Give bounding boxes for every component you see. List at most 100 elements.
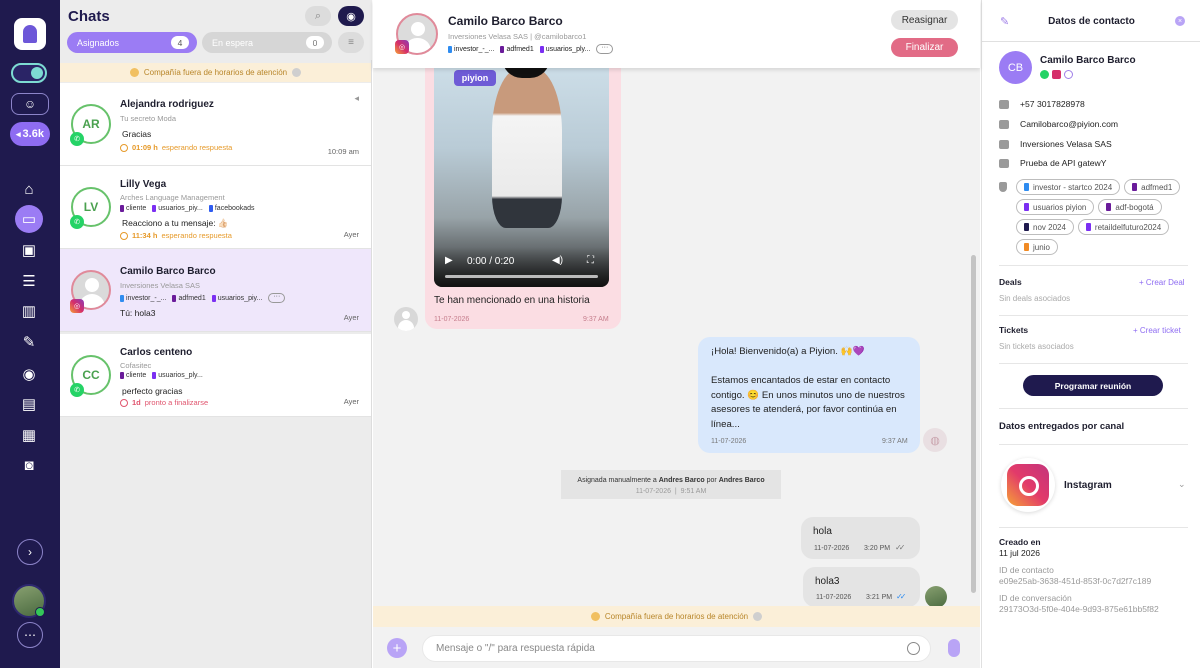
eye-icon[interactable]: ◉ — [338, 6, 364, 26]
search-icon[interactable]: ⌕ — [305, 6, 331, 26]
phone-icon — [999, 99, 1009, 109]
tag-pill[interactable]: retaildelfuturo2024 — [1077, 219, 1170, 235]
microphone-icon[interactable] — [948, 639, 960, 657]
chat-view: ◎ Camilo Barco Barco Inversiones Velasa … — [373, 0, 980, 668]
tag-pill[interactable]: investor - startco 2024 — [1016, 179, 1121, 195]
tag: usuarios_ply... — [539, 44, 590, 54]
off-hours-banner: Compañía fuera de horarios de atención — [373, 606, 980, 627]
tag-pill[interactable]: nov 2024 — [1016, 219, 1074, 235]
warning-icon — [590, 612, 600, 621]
email-row: Camilobarco@piyion.com — [999, 119, 1118, 129]
last-message: Reacciono a tu mensaje: 👍🏻 — [122, 218, 229, 228]
conversation-item[interactable]: LV ✆ Lilly Vega Arches Language Manageme… — [60, 166, 371, 249]
tab-waiting[interactable]: En espera 0 — [202, 32, 332, 53]
bot-icon[interactable]: ◙ — [18, 454, 40, 476]
tab-label: En espera — [212, 37, 254, 48]
more-tags-button[interactable]: ··· — [596, 44, 614, 54]
emoji-icon[interactable] — [907, 642, 920, 655]
phone-row: +57 3017828978 — [999, 99, 1085, 109]
status-text: esperando respuesta — [161, 231, 232, 240]
filter-icon[interactable]: ≡ — [338, 32, 364, 53]
home-icon[interactable]: ⌂ — [18, 178, 40, 200]
message-text: hola — [813, 526, 832, 537]
more-tags-button[interactable]: ··· — [268, 293, 286, 303]
create-deal-link[interactable]: + Crear Deal — [1139, 278, 1185, 287]
broadcast-counter[interactable]: ◂ 3.6k — [10, 122, 50, 146]
divider — [999, 527, 1188, 528]
close-icon[interactable]: × — [1175, 16, 1185, 26]
video-progress-bar[interactable] — [445, 275, 598, 278]
expand-chevron-icon[interactable]: › — [17, 539, 43, 565]
chevron-down-icon[interactable]: ⌄ — [1178, 479, 1186, 490]
fullscreen-icon[interactable]: ⛶ — [587, 255, 594, 266]
banner-text: Compañía fuera de horarios de atención — [604, 612, 749, 621]
tag: adfmed1 — [500, 44, 534, 54]
clock-icon — [120, 398, 128, 407]
tag: usuarios_piy... — [211, 293, 262, 303]
banner-text: Compañía fuera de horarios de atención — [143, 68, 288, 77]
message-input[interactable]: Mensaje o "/" para respuesta rápida — [422, 635, 931, 662]
app-logo[interactable] — [14, 18, 46, 50]
tag-pill[interactable]: adf-bogotá — [1098, 199, 1162, 215]
volume-icon[interactable]: ◀) — [552, 255, 563, 266]
tab-count: 0 — [306, 36, 324, 49]
tag: cliente — [120, 205, 146, 212]
schedule-meeting-button[interactable]: Programar reunión — [1023, 375, 1163, 396]
tag: investor_-_... — [120, 293, 166, 303]
assignment-notice: Asignada manualmente a Andres Barco por … — [561, 470, 781, 499]
last-message: Gracias — [122, 129, 152, 139]
note-value: Prueba de API gatewY — [1020, 158, 1107, 168]
instagram-icon: ◎ — [395, 40, 409, 54]
info-icon — [292, 68, 302, 77]
finish-button[interactable]: Finalizar — [891, 38, 958, 57]
contacts-icon[interactable]: ▣ — [18, 239, 40, 261]
conversation-item[interactable]: ◎ Camilo Barco Barco Inversiones Velasa … — [60, 249, 371, 332]
create-ticket-link[interactable]: + Crear ticket — [1133, 326, 1181, 335]
email-value[interactable]: Camilobarco@piyion.com — [1020, 119, 1118, 129]
web-icon[interactable] — [1064, 70, 1073, 79]
tab-label: Asignados — [77, 37, 120, 48]
tag-pill[interactable]: junio — [1016, 239, 1058, 255]
list-icon[interactable]: ☰ — [18, 270, 40, 292]
tag-pill[interactable]: adfmed1 — [1124, 179, 1181, 195]
more-dots-icon[interactable]: ⋯ — [17, 622, 43, 648]
reassign-button[interactable]: Reasignar — [891, 10, 958, 30]
play-icon[interactable]: ▶ — [445, 255, 453, 266]
conversation-item[interactable]: CC ✆ Carlos centeno Cofasitec cliente us… — [60, 334, 371, 417]
phone-value[interactable]: +57 3017828978 — [1020, 99, 1085, 109]
chat-list-panel: Chats ⌕ ◉ Asignados 4 En espera 0 ≡ Comp… — [60, 0, 372, 668]
video-player[interactable]: piyion ▶ 0:00 / 0:20 ◀) ⛶ — [434, 56, 609, 287]
company-row: Inversiones Velasa SAS — [999, 139, 1112, 149]
piggy-bank-icon[interactable]: ◉ — [18, 363, 40, 385]
instagram-icon: ◎ — [70, 299, 84, 313]
whatsapp-icon[interactable] — [1040, 70, 1049, 79]
brand-sign: piyion — [454, 70, 496, 86]
message-time: 3:20 PM — [864, 545, 891, 552]
conversation-item[interactable]: AR ✆ Alejandra rodriguez Tu secreto Moda… — [60, 83, 371, 166]
team-inbox-button[interactable]: ☺ — [11, 93, 49, 115]
ticket-icon[interactable]: ▤ — [18, 393, 40, 415]
calendar-icon[interactable]: ▦ — [18, 424, 40, 446]
contact-name: Alejandra rodriguez — [120, 99, 214, 110]
availability-toggle[interactable] — [11, 63, 47, 83]
bot-message-bubble: ¡Hola! Bienvenido(a) a Piyion. 🙌💜 Estamo… — [698, 337, 920, 453]
add-attachment-button[interactable]: + — [387, 638, 407, 658]
stats-icon[interactable]: ▥ — [18, 300, 40, 322]
contact-id-value: e09e25ab-3638-451d-853f-0c7d2f7c189 — [999, 576, 1152, 586]
user-avatar[interactable] — [12, 584, 46, 618]
panel-title: Datos de contacto — [1048, 16, 1135, 27]
comment-icon — [999, 158, 1009, 168]
chat-icon[interactable]: ▭ — [15, 205, 43, 233]
tab-assigned[interactable]: Asignados 4 — [67, 32, 197, 53]
outgoing-message-bubble: hola 11-07-2026 3:20 PM ✓✓ — [801, 517, 920, 559]
instagram-icon[interactable] — [1052, 70, 1061, 79]
assignment-by: por — [706, 477, 717, 484]
tag-pill[interactable]: usuarios piyion — [1016, 199, 1095, 215]
scrollbar[interactable] — [971, 255, 976, 593]
channel-name[interactable]: Instagram — [1064, 480, 1112, 491]
bot-message-text: ¡Hola! Bienvenido(a) a Piyion. 🙌💜 Estamo… — [711, 345, 911, 432]
input-placeholder: Mensaje o "/" para respuesta rápida — [436, 643, 595, 654]
tag: facebookads — [208, 205, 255, 212]
divider — [999, 363, 1188, 364]
campaign-icon[interactable]: ✎ — [18, 331, 40, 353]
